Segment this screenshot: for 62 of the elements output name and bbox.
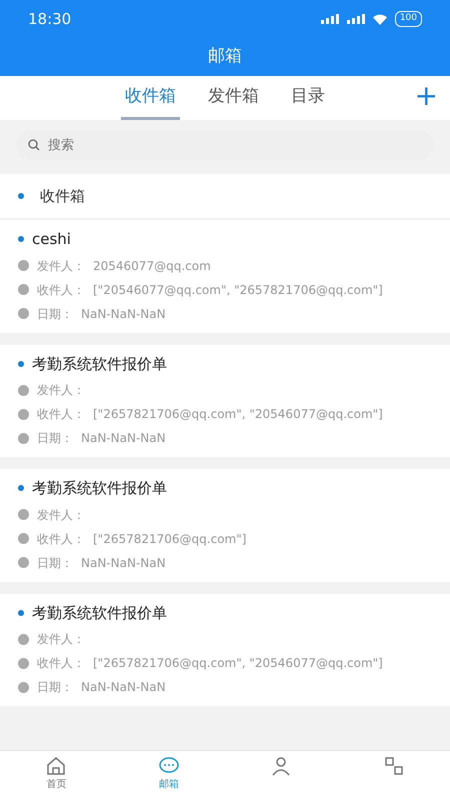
mail-card[interactable]: 考勤系统软件报价单 发件人： 收件人： ["2657821706@qq.com", "20546077@qq.com"] 日期： NaN-NaN-NaN — [0, 344, 450, 457]
nav-tab[interactable]: 首页 — [0, 751, 112, 800]
page-title: 邮箱 — [208, 45, 242, 68]
field-value: ["2657821706@qq.com", "20546077@qq.com"] — [93, 406, 383, 423]
info-icon — [18, 260, 29, 271]
field-value: ["2657821706@qq.com"] — [93, 530, 246, 548]
home-icon — [45, 755, 68, 777]
info-icon — [18, 384, 29, 396]
field-label: 日期： — [37, 679, 73, 696]
info-icon — [18, 432, 29, 444]
field-label: 发件人： — [37, 631, 85, 648]
field-value: ["20546077@qq.com", "2657821706@qq.com"] — [93, 282, 383, 298]
field-label: 收件人： — [37, 406, 85, 423]
section-title: 收件箱 — [40, 186, 85, 207]
field-label: 发件人： — [37, 382, 85, 399]
field-label: 收件人： — [37, 282, 85, 298]
info-icon — [18, 682, 29, 692]
field-label: 收件人： — [37, 530, 85, 548]
wifi-icon — [372, 14, 387, 24]
grid-icon — [382, 755, 405, 777]
bullet-icon — [18, 236, 24, 242]
bullet-icon — [18, 485, 24, 492]
mail-card[interactable]: ceshi 发件人： 20546077@qq.com 收件人： ["20546077@qq.com", "2657821706@qq.com"] 日期： NaN-NaN-NaN — [0, 220, 450, 332]
field-value: ["2657821706@qq.com", "20546077@qq.com"] — [93, 655, 383, 672]
field-value: NaN-NaN-NaN — [81, 306, 166, 322]
bullet-icon — [18, 610, 24, 616]
field-value: NaN-NaN-NaN — [81, 679, 166, 696]
person-icon — [270, 755, 292, 777]
mail-subject: 考勤系统软件报价单 — [32, 478, 167, 499]
tab[interactable]: 收件箱 — [121, 78, 180, 120]
info-icon — [18, 408, 29, 420]
tab[interactable]: 发件箱 — [204, 78, 263, 120]
bullet-icon — [18, 193, 24, 199]
field-value: NaN-NaN-NaN — [81, 430, 166, 447]
info-icon — [18, 509, 29, 520]
info-icon — [18, 634, 29, 644]
tab[interactable]: 目录 — [287, 78, 329, 120]
status-time: 18:30 — [28, 8, 72, 30]
info-icon — [18, 557, 29, 568]
field-value: 20546077@qq.com — [93, 258, 211, 274]
field-label: 发件人： — [37, 258, 85, 274]
info-icon — [18, 533, 29, 544]
bullet-icon — [18, 360, 24, 367]
mail-card[interactable]: 考勤系统软件报价单 发件人： 收件人： ["2657821706@qq.com", "20546077@qq.com"] 日期： NaN-NaN-NaN — [0, 594, 450, 706]
field-label: 日期： — [37, 554, 73, 572]
info-icon — [18, 284, 29, 295]
info-icon — [18, 308, 29, 319]
mail-subject: 考勤系统软件报价单 — [32, 354, 167, 374]
add-button[interactable]: + — [406, 78, 446, 114]
field-value: NaN-NaN-NaN — [81, 554, 166, 572]
search-icon — [28, 139, 40, 151]
mail-card[interactable]: 考勤系统软件报价单 发件人： 收件人： ["2657821706@qq.com"] 日期： NaN-NaN-NaN — [0, 469, 450, 582]
field-label: 发件人： — [37, 506, 85, 524]
mail-subject: ceshi — [32, 229, 71, 250]
field-label: 日期： — [37, 430, 73, 447]
field-label: 收件人： — [37, 655, 85, 672]
info-icon — [18, 658, 29, 668]
signal-icon — [346, 14, 365, 24]
field-label: 日期： — [37, 306, 73, 322]
battery-icon: 100 — [394, 11, 422, 27]
mail-subject: 考勤系统软件报价单 — [32, 602, 167, 624]
signal-icon — [320, 14, 339, 24]
